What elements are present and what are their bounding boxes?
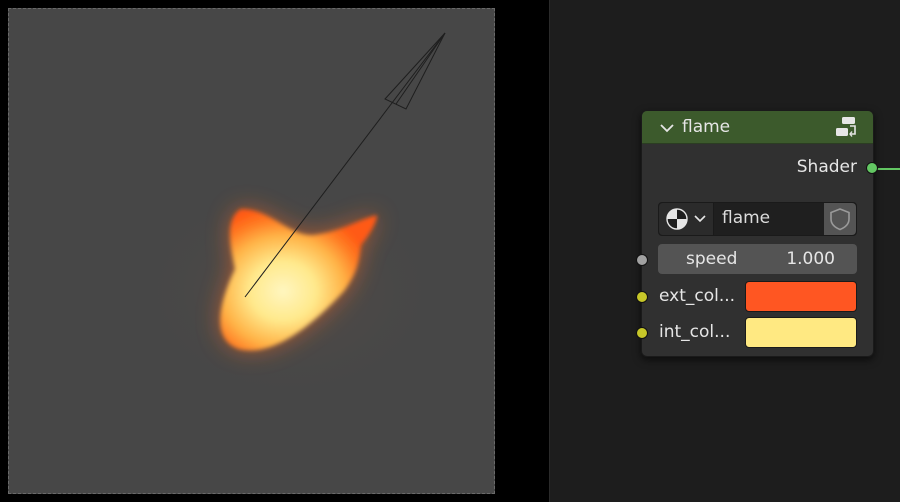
viewport-scene — [139, 32, 446, 401]
ext-color-input-socket[interactable] — [636, 291, 648, 303]
light-arrow-spine — [395, 32, 446, 105]
int-color-swatch[interactable] — [745, 317, 857, 348]
render-viewport[interactable] — [8, 8, 495, 494]
chevron-down-icon[interactable] — [658, 120, 676, 136]
speed-value: 1.000 — [786, 249, 835, 269]
int-color-input-socket[interactable] — [636, 327, 648, 339]
node-editor[interactable]: flame Shader flame speed 1.000 ext_col..… — [549, 0, 900, 502]
node-tree-selector[interactable]: flame — [658, 202, 857, 236]
area-divider[interactable] — [503, 0, 549, 502]
browse-node-tree-button[interactable] — [659, 203, 714, 235]
ext-color-label: ext_col... — [659, 286, 736, 306]
node-header[interactable]: flame — [642, 111, 873, 144]
node-group-icon[interactable] — [835, 116, 859, 138]
speed-input-socket[interactable] — [636, 254, 648, 266]
node-tree-name[interactable]: flame — [722, 208, 770, 228]
fake-user-button[interactable] — [824, 203, 856, 235]
node-tree-icon — [666, 208, 706, 230]
int-color-label: int_col... — [659, 322, 731, 342]
viewport-panel — [0, 0, 503, 502]
shader-output-socket[interactable] — [866, 162, 878, 174]
shader-output-label: Shader — [796, 157, 857, 177]
ext-color-swatch[interactable] — [745, 281, 857, 312]
shield-icon — [830, 208, 850, 231]
speed-label: speed — [686, 249, 738, 269]
node-title: flame — [682, 117, 731, 137]
speed-field[interactable]: speed 1.000 — [658, 244, 857, 274]
flame-group-node[interactable]: flame Shader flame speed 1.000 ext_col..… — [636, 110, 878, 357]
